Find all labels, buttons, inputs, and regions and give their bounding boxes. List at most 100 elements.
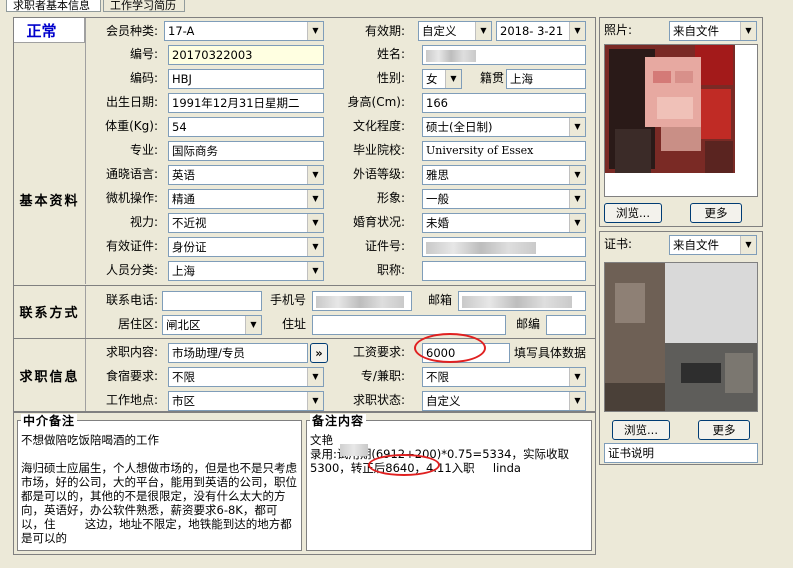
chevron-down-icon: ▼	[307, 22, 323, 40]
school-field[interactable]: University of Essex	[422, 141, 586, 161]
appearance-select[interactable]: 一般 ▼	[422, 189, 586, 209]
photo-source-select[interactable]: 来自文件 ▼	[669, 21, 757, 41]
job-status-select[interactable]: 自定义 ▼	[422, 391, 586, 411]
certificate-description-field[interactable]: 证书说明	[604, 443, 758, 463]
salary-label: 工资要求:	[352, 345, 405, 359]
salary-hint: 填写具体数据	[514, 346, 587, 360]
phone-label: 联系电话:	[105, 293, 158, 307]
agent-note-title: 中介备注	[21, 414, 78, 428]
lodging-select[interactable]: 不限 ▼	[168, 367, 324, 387]
chevron-down-icon: ▼	[475, 22, 491, 40]
chevron-down-icon: ▼	[307, 190, 323, 208]
member-type-select[interactable]: 17-A ▼	[164, 21, 324, 41]
section-contact: 联系方式	[19, 306, 80, 321]
chevron-down-icon: ▼	[307, 166, 323, 184]
job-content-label: 求职内容:	[105, 345, 158, 359]
computer-select[interactable]: 精通 ▼	[168, 189, 324, 209]
gender-select[interactable]: 女 ▼	[422, 69, 462, 89]
job-title-label: 职称:	[376, 263, 405, 277]
language-select[interactable]: 英语 ▼	[168, 165, 324, 185]
validity-select[interactable]: 自定义 ▼	[418, 21, 492, 41]
address-field[interactable]	[312, 315, 506, 335]
chevron-down-icon: ▼	[569, 214, 585, 232]
fulltime-select[interactable]: 不限 ▼	[422, 367, 586, 387]
phone-field[interactable]	[162, 291, 262, 311]
email-field[interactable]	[458, 291, 586, 311]
certificate-browse-button[interactable]: 浏览...	[612, 420, 670, 440]
address-label: 住址	[281, 317, 306, 331]
work-location-select[interactable]: 市区 ▼	[168, 391, 324, 411]
job-title-field[interactable]	[422, 261, 586, 281]
language-label: 通晓语言:	[105, 167, 158, 181]
chevron-down-icon: ▼	[569, 190, 585, 208]
id-type-select[interactable]: 身份证 ▼	[168, 237, 324, 257]
chevron-down-icon: ▼	[569, 166, 585, 184]
chevron-down-icon: ▼	[307, 214, 323, 232]
birth-label: 出生日期:	[105, 95, 158, 109]
lodging-label: 食宿要求:	[105, 369, 158, 383]
redacted-block	[316, 295, 404, 308]
redacted-block	[426, 241, 536, 254]
height-label: 身高(Cm):	[347, 95, 405, 109]
tab-basic-info[interactable]: 求职者基本信息	[6, 0, 101, 12]
chevron-down-icon: ▼	[307, 368, 323, 386]
chevron-down-icon: ▼	[307, 262, 323, 280]
id-number-field[interactable]	[422, 237, 586, 257]
id-type-label: 有效证件:	[105, 239, 158, 253]
job-content-field[interactable]: 市场助理/专员	[168, 343, 308, 363]
chevron-down-icon: ▼	[445, 70, 461, 88]
validity-date-picker[interactable]: 2018- 3-21 ▼	[496, 21, 586, 41]
id-number-label: 证件号:	[364, 239, 405, 253]
name-field[interactable]	[422, 45, 586, 65]
photo-browse-button[interactable]: 浏览...	[604, 203, 662, 223]
category-select[interactable]: 上海 ▼	[168, 261, 324, 281]
zip-field[interactable]	[546, 315, 586, 335]
chevron-down-icon: ▼	[569, 118, 585, 136]
redacted-block	[340, 444, 368, 456]
birth-date-field[interactable]: 1991年12月31日星期二	[168, 93, 324, 113]
appearance-label: 形象:	[376, 191, 405, 205]
remark-text[interactable]: 文艳 录用:试用期(6912+200)*0.75=5334，实际收取5300，转正…	[306, 420, 592, 551]
code-field[interactable]: HBJ	[168, 69, 324, 89]
tab-work-history[interactable]: 工作学习简历	[103, 0, 185, 12]
photo-label: 照片:	[604, 23, 633, 37]
native-field[interactable]: 上海	[506, 69, 586, 89]
zip-label: 邮编	[515, 317, 540, 331]
job-content-picker-button[interactable]: »	[310, 343, 328, 363]
code-label: 编码:	[129, 71, 158, 85]
gender-label: 性别:	[376, 71, 405, 85]
weight-label: 体重(Kg):	[105, 119, 158, 133]
chevron-down-icon: ▼	[740, 236, 756, 254]
salary-field[interactable]: 6000	[422, 343, 510, 363]
lang-level-select[interactable]: 雅思 ▼	[422, 165, 586, 185]
marital-select[interactable]: 未婚 ▼	[422, 213, 586, 233]
photo-image	[605, 45, 757, 196]
mobile-label: 手机号	[269, 293, 306, 307]
agent-note-text[interactable]: 不想做陪吃饭陪喝酒的工作 海归硕士应届生，个人想做市场的，但是也不是只考虑市场，…	[17, 420, 302, 551]
redacted-block	[426, 49, 476, 62]
vision-label: 视力:	[129, 215, 158, 229]
education-select[interactable]: 硕士(全日制) ▼	[422, 117, 586, 137]
certificate-image	[605, 263, 757, 411]
lang-level-label: 外语等级:	[352, 167, 405, 181]
number-label: 编号:	[129, 47, 158, 61]
certificate-source-select[interactable]: 来自文件 ▼	[669, 235, 757, 255]
job-status-label: 求职状态:	[352, 393, 405, 407]
certificate-more-button[interactable]: 更多	[698, 420, 750, 440]
vision-select[interactable]: 不近视 ▼	[168, 213, 324, 233]
photo-more-button[interactable]: 更多	[690, 203, 742, 223]
status-label: 正常	[26, 22, 57, 40]
height-field[interactable]: 166	[422, 93, 586, 113]
weight-field[interactable]: 54	[168, 117, 324, 137]
school-label: 毕业院校:	[352, 143, 405, 157]
section-job: 求职信息	[19, 370, 80, 385]
category-label: 人员分类:	[105, 263, 158, 277]
major-field[interactable]: 国际商务	[168, 141, 324, 161]
chevron-down-icon: ▼	[740, 22, 756, 40]
mobile-field[interactable]	[312, 291, 412, 311]
marital-label: 婚育状况:	[352, 215, 405, 229]
district-select[interactable]: 闸北区 ▼	[162, 315, 262, 335]
validity-label: 有效期:	[364, 24, 405, 38]
remark-title: 备注内容	[310, 414, 367, 428]
number-field[interactable]: 20170322003	[168, 45, 324, 65]
